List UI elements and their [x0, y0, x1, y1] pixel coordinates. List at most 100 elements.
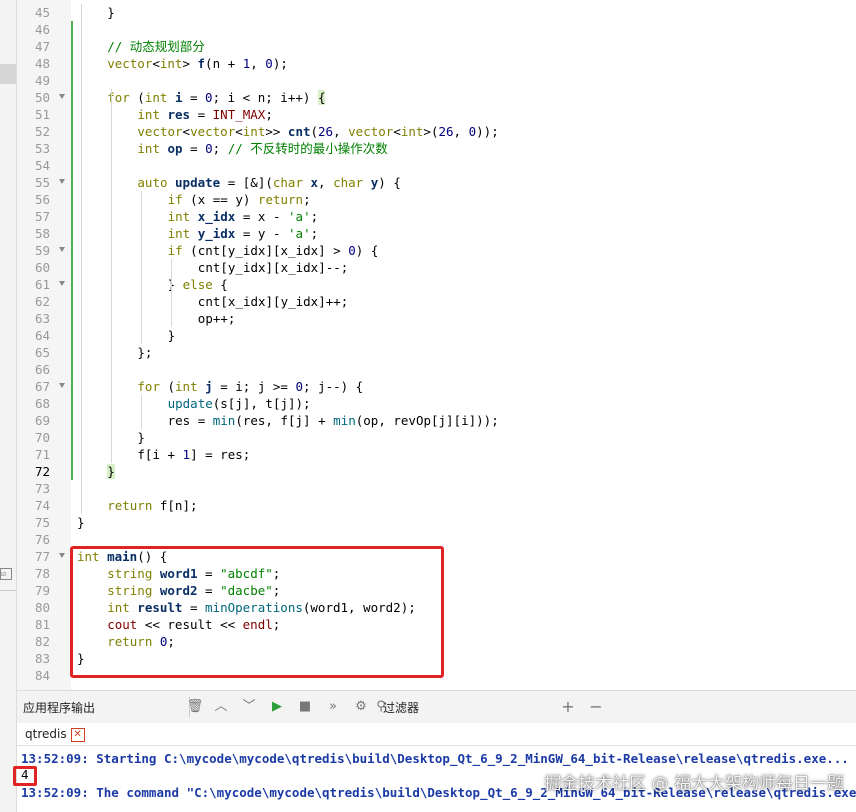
trash-icon[interactable]: 🗑: [185, 697, 205, 717]
line-number: 54: [34, 158, 50, 173]
code-token: {: [317, 90, 326, 105]
output-line-result: 4: [21, 767, 29, 782]
code-token: j: [205, 379, 213, 394]
modified-marker: [71, 378, 73, 395]
output-line-start: 13:52:09: Starting C:\mycode\mycode\qtre…: [21, 751, 849, 766]
code-token: {: [212, 277, 228, 292]
fold-marker-icon[interactable]: [59, 94, 65, 99]
modified-marker: [71, 123, 73, 140]
code-line[interactable]: 49: [17, 72, 856, 89]
chevron-down-icon[interactable]: ﹀: [239, 697, 259, 717]
code-line[interactable]: 52 vector<vector<int>> cnt(26, vector<int…: [17, 123, 856, 140]
code-line[interactable]: 67 for (int j = i; j >= 0; j--) {: [17, 378, 856, 395]
code-line[interactable]: 55 auto update = [&](char x, char y) {: [17, 174, 856, 191]
code-line[interactable]: 72}: [17, 463, 856, 480]
code-line[interactable]: 53 int op = 0; // 不反转时的最小操作次数: [17, 140, 856, 157]
side-selection[interactable]: [0, 64, 16, 84]
code-token: vector: [137, 124, 183, 139]
code-line[interactable]: 71 f[i + 1] = res;: [17, 446, 856, 463]
line-number: 71: [34, 447, 50, 462]
code-token: = [&](: [220, 175, 273, 190]
code-line[interactable]: 66: [17, 361, 856, 378]
code-line[interactable]: 47 // 动态规划部分: [17, 38, 856, 55]
line-number: 50: [34, 90, 50, 105]
code-token: auto: [137, 175, 168, 190]
code-line[interactable]: 64}: [17, 327, 856, 344]
code-line[interactable]: 65};: [17, 344, 856, 361]
code-line[interactable]: 58 int y_idx = y - 'a';: [17, 225, 856, 242]
line-number: 65: [34, 345, 50, 360]
close-icon[interactable]: ✕: [70, 727, 85, 742]
code-token: y_idx: [197, 226, 236, 241]
fold-marker-icon[interactable]: [59, 553, 65, 558]
code-token: = x -: [235, 209, 289, 224]
checkbox-icon[interactable]: ☑: [0, 568, 12, 580]
code-line[interactable]: 59 if (cnt[y_idx][x_idx] > 0) {: [17, 242, 856, 259]
chevron-up-icon[interactable]: ︿: [211, 697, 231, 717]
code-token: if: [167, 192, 183, 207]
filter-input[interactable]: 过滤器: [383, 699, 419, 716]
line-number: 61: [34, 277, 50, 292]
code-token: 'a': [288, 209, 311, 224]
modified-marker: [71, 140, 73, 157]
line-number: 45: [34, 5, 50, 20]
code-token: int: [159, 56, 183, 71]
double-chevron-right-icon[interactable]: »: [323, 697, 343, 717]
output-tab-qtredis[interactable]: qtredis ✕: [25, 725, 85, 743]
code-line[interactable]: 70}: [17, 429, 856, 446]
code-line[interactable]: 48 vector<int> f(n + 1, 0);: [17, 55, 856, 72]
code-line[interactable]: 61 } else {: [17, 276, 856, 293]
code-token: (s[j], t[j]);: [212, 396, 311, 411]
line-number: 67: [34, 379, 50, 394]
code-line[interactable]: 74 return f[n];: [17, 497, 856, 514]
code-line[interactable]: 46: [17, 21, 856, 38]
code-line[interactable]: 63 op++;: [17, 310, 856, 327]
settings-icon[interactable]: ⚙: [351, 697, 371, 717]
code-token: (: [159, 379, 176, 394]
modified-marker: [71, 157, 73, 174]
run-icon[interactable]: ▶: [267, 697, 287, 717]
code-token: vector: [348, 124, 394, 139]
fold-marker-icon[interactable]: [59, 383, 65, 388]
minus-icon[interactable]: −: [586, 697, 606, 717]
line-number: 58: [34, 226, 50, 241]
line-number: 73: [34, 481, 50, 496]
code-line[interactable]: 51 int res = INT_MAX;: [17, 106, 856, 123]
code-token: f[i +: [137, 447, 183, 462]
code-line[interactable]: 50 for (int i = 0; i < n; i++) {: [17, 89, 856, 106]
code-line[interactable]: 45}: [17, 4, 856, 21]
code-text: } else {: [168, 276, 228, 293]
plus-icon[interactable]: +: [558, 697, 578, 717]
code-token: int: [175, 379, 198, 394]
code-line[interactable]: 62 cnt[x_idx][y_idx]++;: [17, 293, 856, 310]
code-token: update: [167, 396, 213, 411]
code-token: f[n];: [152, 498, 198, 513]
code-line[interactable]: 54: [17, 157, 856, 174]
code-text: if (cnt[y_idx][x_idx] > 0) {: [168, 242, 379, 259]
fold-marker-icon[interactable]: [59, 179, 65, 184]
code-token: 26: [318, 124, 334, 139]
code-text: cnt[y_idx][x_idx]--;: [198, 259, 349, 276]
code-line[interactable]: 57 int x_idx = x - 'a';: [17, 208, 856, 225]
code-line[interactable]: 56 if (x == y) return;: [17, 191, 856, 208]
code-line[interactable]: 69 res = min(res, f[j] + min(op, revOp[j]…: [17, 412, 856, 429]
code-token: ,: [318, 175, 334, 190]
code-text: int op = 0; // 不反转时的最小操作次数: [137, 140, 387, 157]
code-line[interactable]: 60 cnt[y_idx][x_idx]--;: [17, 259, 856, 276]
code-token: x_idx: [197, 209, 236, 224]
code-line[interactable]: 75}: [17, 514, 856, 531]
line-number: 82: [34, 634, 50, 649]
fold-marker-icon[interactable]: [59, 281, 65, 286]
code-token: =: [182, 141, 206, 156]
fold-marker-icon[interactable]: [59, 247, 65, 252]
code-text: vector<vector<int>> cnt(26, vector<int>(…: [137, 123, 498, 140]
stop-icon[interactable]: ■: [295, 697, 315, 717]
watermark-text: 掘金技术社区 @ 福大大架构师每日一题: [544, 774, 844, 794]
code-token: char: [272, 175, 303, 190]
line-number: 47: [34, 39, 50, 54]
code-line[interactable]: 68 update(s[j], t[j]);: [17, 395, 856, 412]
code-token: // 动态规划部分: [107, 39, 205, 54]
code-line[interactable]: 73: [17, 480, 856, 497]
